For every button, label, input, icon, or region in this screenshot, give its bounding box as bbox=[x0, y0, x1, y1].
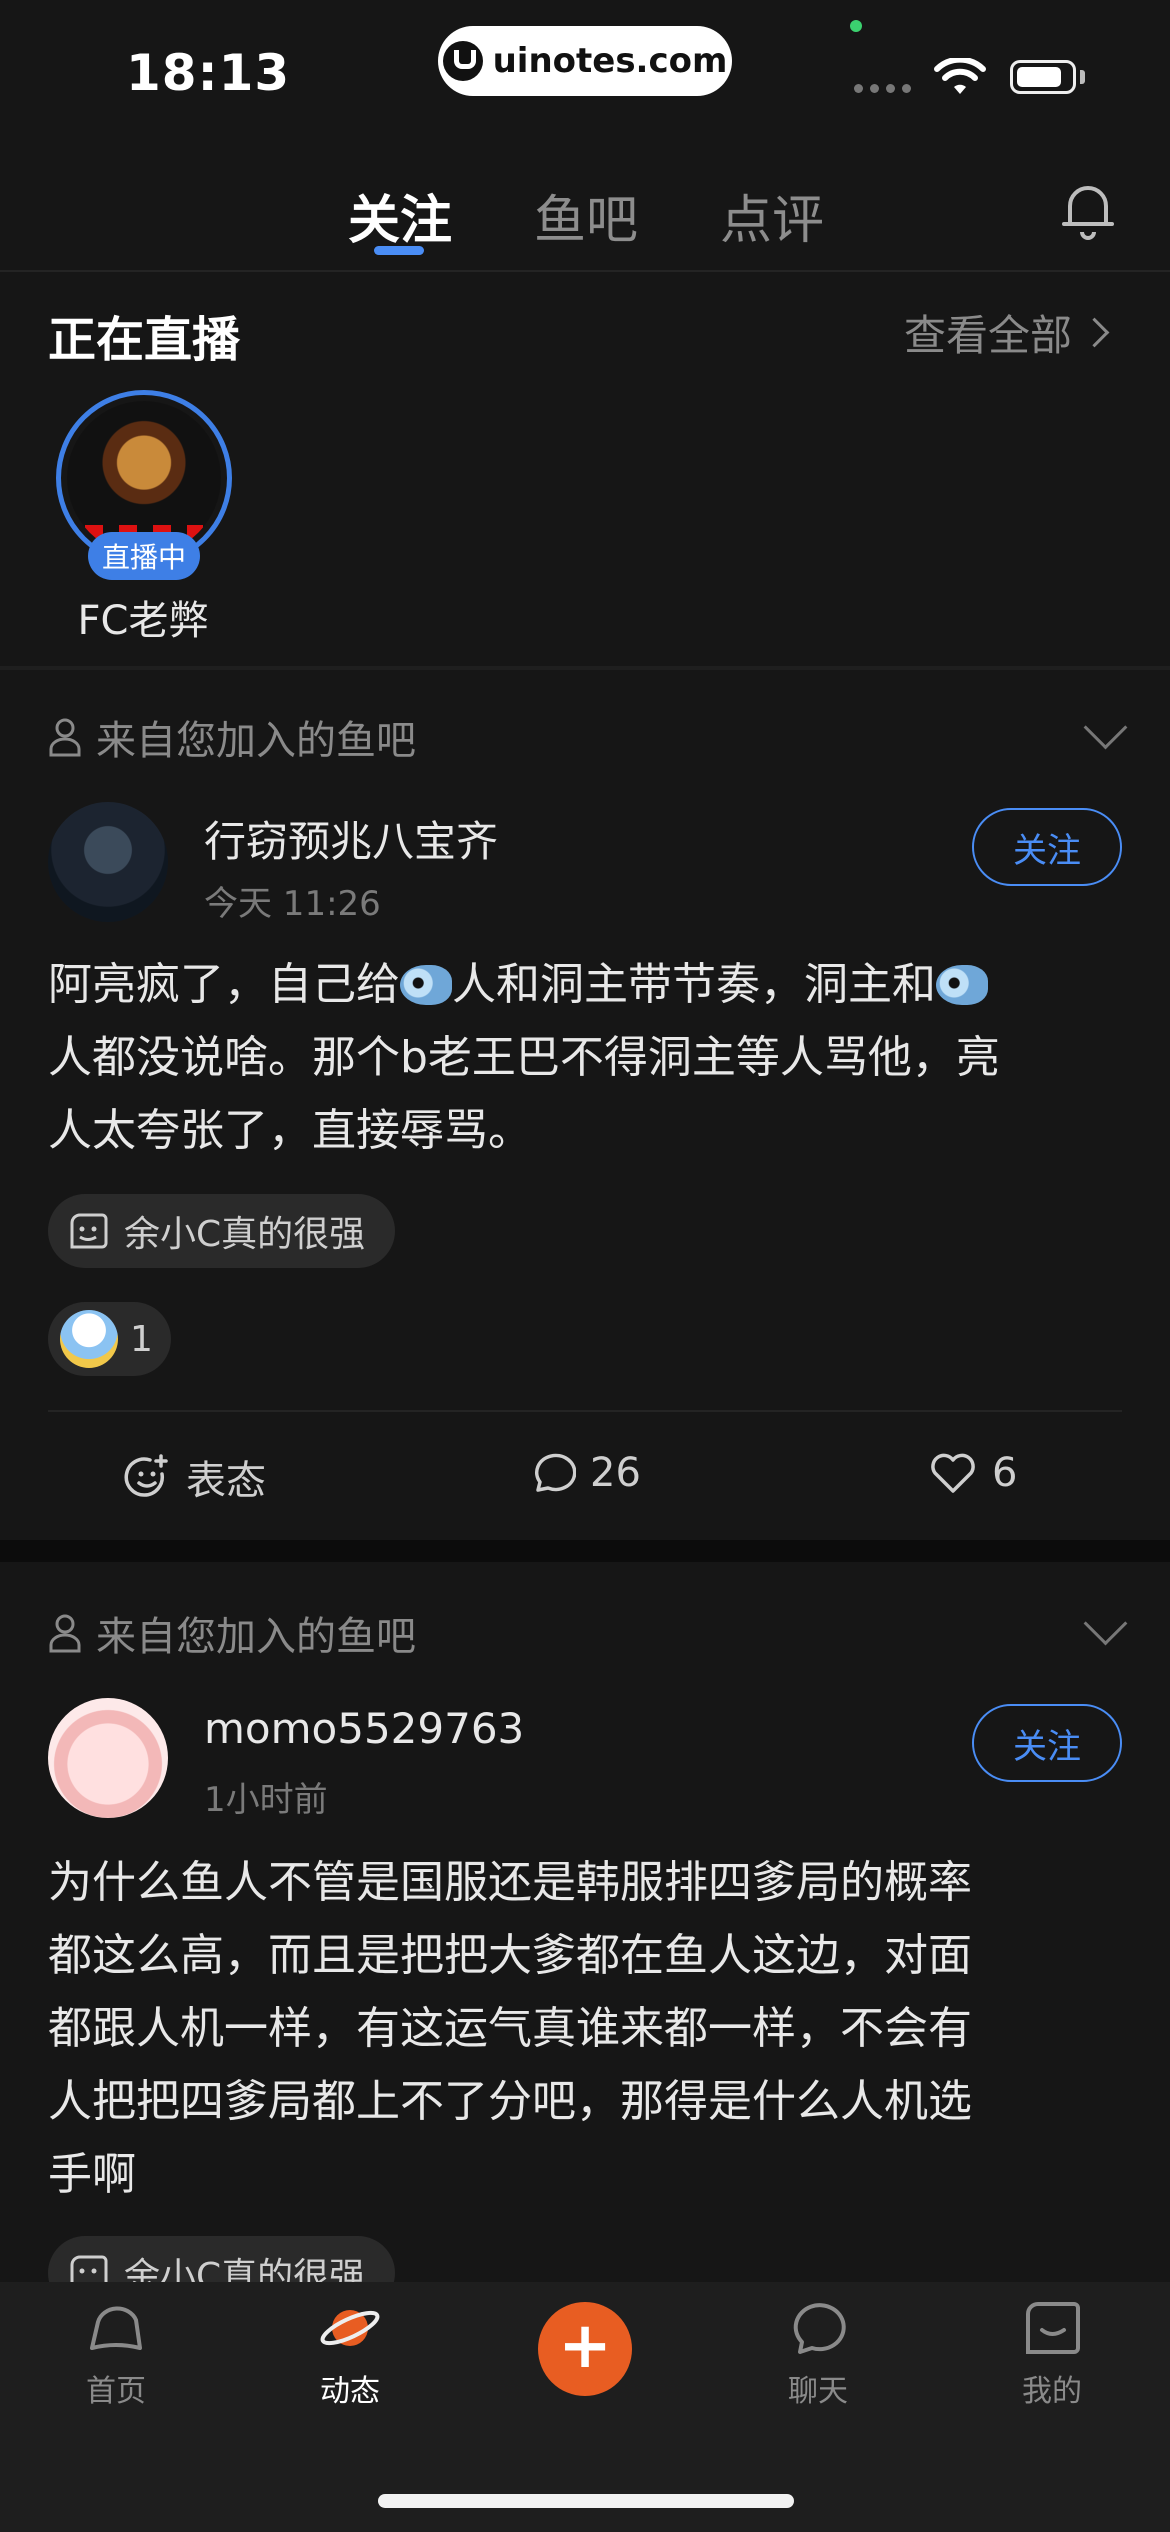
fish-emoji-icon bbox=[936, 965, 988, 1005]
nav-home[interactable]: 首页 bbox=[46, 2296, 186, 2410]
post-line: 人把把四爹局都上不了分吧，那得是什么人机选 bbox=[48, 2076, 972, 2127]
planet-icon bbox=[320, 2310, 380, 2346]
home-icon bbox=[90, 2306, 142, 2350]
profile-icon bbox=[1026, 2302, 1080, 2354]
live-badge: 直播中 bbox=[88, 532, 200, 580]
see-all-link[interactable]: 查看全部 bbox=[904, 302, 1110, 363]
comment-count: 26 bbox=[590, 1450, 641, 1496]
post-line: 手啊 bbox=[48, 2149, 136, 2200]
react-label: 表态 bbox=[186, 1458, 266, 1504]
header-divider bbox=[0, 270, 1170, 272]
react-button[interactable]: 表态 bbox=[122, 1448, 266, 1506]
person-icon bbox=[49, 1614, 81, 1653]
nav-profile-label: 我的 bbox=[1022, 2374, 1082, 2409]
active-tab-indicator bbox=[374, 246, 424, 255]
username[interactable]: momo5529763 bbox=[204, 1704, 524, 1753]
post-time: 今天 11:26 bbox=[204, 884, 381, 924]
streamer-name[interactable]: FC老弊 bbox=[48, 588, 238, 646]
comment-button[interactable]: 26 bbox=[526, 1448, 641, 1498]
reaction-pill[interactable]: 1 bbox=[48, 1302, 171, 1376]
plus-icon: + bbox=[558, 2309, 612, 2383]
post-body[interactable]: 为什么鱼人不管是国服还是韩服排四爹局的概率 都这么高，而且是把把大爹都在鱼人这边… bbox=[48, 1846, 1128, 2211]
cellular-signal-icon bbox=[854, 84, 911, 93]
reaction-count: 1 bbox=[130, 1318, 153, 1360]
url-text: uinotes.com bbox=[492, 41, 728, 81]
post-source: 来自您加入的鱼吧 bbox=[48, 1604, 416, 1662]
post-time: 1小时前 bbox=[204, 1780, 328, 1820]
post-line: 都这么高，而且是把把大爹都在鱼人这边，对面 bbox=[48, 1930, 972, 1981]
fish-emoji-icon bbox=[400, 965, 452, 1005]
like-count: 6 bbox=[992, 1450, 1018, 1496]
tab-review[interactable]: 点评 bbox=[720, 178, 824, 253]
person-icon bbox=[49, 718, 81, 757]
follow-button[interactable]: 关注 bbox=[972, 808, 1122, 886]
battery-icon bbox=[1010, 60, 1076, 94]
chat-icon bbox=[793, 2303, 846, 2354]
avatar[interactable] bbox=[48, 802, 168, 922]
fish-bar-tag[interactable]: 余小C真的很强 bbox=[48, 1194, 396, 1268]
comment-bubble-icon bbox=[534, 1453, 576, 1492]
post-source-label: 来自您加入的鱼吧 bbox=[96, 1614, 416, 1660]
post-actions-divider bbox=[48, 1410, 1122, 1412]
chevron-down-icon[interactable] bbox=[1083, 1601, 1128, 1646]
tab-fish-bar[interactable]: 鱼吧 bbox=[534, 178, 638, 253]
follow-button[interactable]: 关注 bbox=[972, 1704, 1122, 1782]
avatar[interactable] bbox=[48, 1698, 168, 1818]
like-button[interactable]: 6 bbox=[928, 1448, 1017, 1498]
nav-chat-label: 聊天 bbox=[788, 2374, 848, 2409]
chevron-down-icon[interactable] bbox=[1083, 705, 1128, 750]
reaction-emoji-icon bbox=[60, 1310, 118, 1368]
nav-feed[interactable]: 动态 bbox=[280, 2296, 420, 2410]
camera-indicator-dot bbox=[850, 20, 862, 32]
nav-chat[interactable]: 聊天 bbox=[748, 2296, 888, 2410]
post-line: 人都没说啥。那个b老王巴不得洞主等人骂他，亮 bbox=[48, 1032, 1000, 1083]
post-line: 阿亮疯了，自己给 人和洞主带节奏，洞主和 bbox=[48, 948, 1128, 1021]
battery-tip bbox=[1080, 70, 1085, 84]
post-line: 人太夸张了，直接辱骂。 bbox=[48, 1105, 532, 1156]
heart-icon bbox=[931, 1453, 975, 1493]
fish-bar-icon bbox=[70, 1213, 108, 1249]
url-pill: uinotes.com bbox=[438, 26, 732, 96]
post-body[interactable]: 阿亮疯了，自己给 人和洞主带节奏，洞主和 人都没说啥。那个b老王巴不得洞主等人骂他… bbox=[48, 948, 1128, 1167]
username[interactable]: 行窃预兆八宝齐 bbox=[204, 808, 498, 869]
tab-follow[interactable]: 关注 bbox=[348, 178, 452, 253]
uinotes-logo-icon bbox=[442, 41, 483, 81]
nav-profile[interactable]: 我的 bbox=[982, 2296, 1122, 2410]
post-separator bbox=[0, 1540, 1170, 1562]
post-source: 来自您加入的鱼吧 bbox=[48, 708, 416, 766]
wifi-icon bbox=[934, 58, 986, 94]
chevron-right-icon bbox=[1079, 317, 1110, 348]
home-indicator[interactable] bbox=[378, 2494, 794, 2508]
live-section-title: 正在直播 bbox=[48, 312, 241, 368]
add-post-button[interactable]: + bbox=[538, 2302, 632, 2396]
post-source-label: 来自您加入的鱼吧 bbox=[96, 718, 416, 764]
status-time: 18:13 bbox=[126, 44, 291, 102]
post-line: 都跟人机一样，有这运气真谁来都一样，不会有 bbox=[48, 2003, 972, 2054]
notification-bell-icon[interactable] bbox=[1060, 180, 1116, 240]
nav-home-label: 首页 bbox=[86, 2374, 146, 2409]
tag-label: 余小C真的很强 bbox=[124, 1214, 366, 1255]
section-divider bbox=[0, 666, 1170, 670]
see-all-label: 查看全部 bbox=[904, 311, 1073, 360]
post-line: 为什么鱼人不管是国服还是韩服排四爹局的概率 bbox=[48, 1857, 972, 1908]
nav-feed-label: 动态 bbox=[320, 2374, 380, 2409]
smiley-plus-icon bbox=[124, 1454, 168, 1497]
